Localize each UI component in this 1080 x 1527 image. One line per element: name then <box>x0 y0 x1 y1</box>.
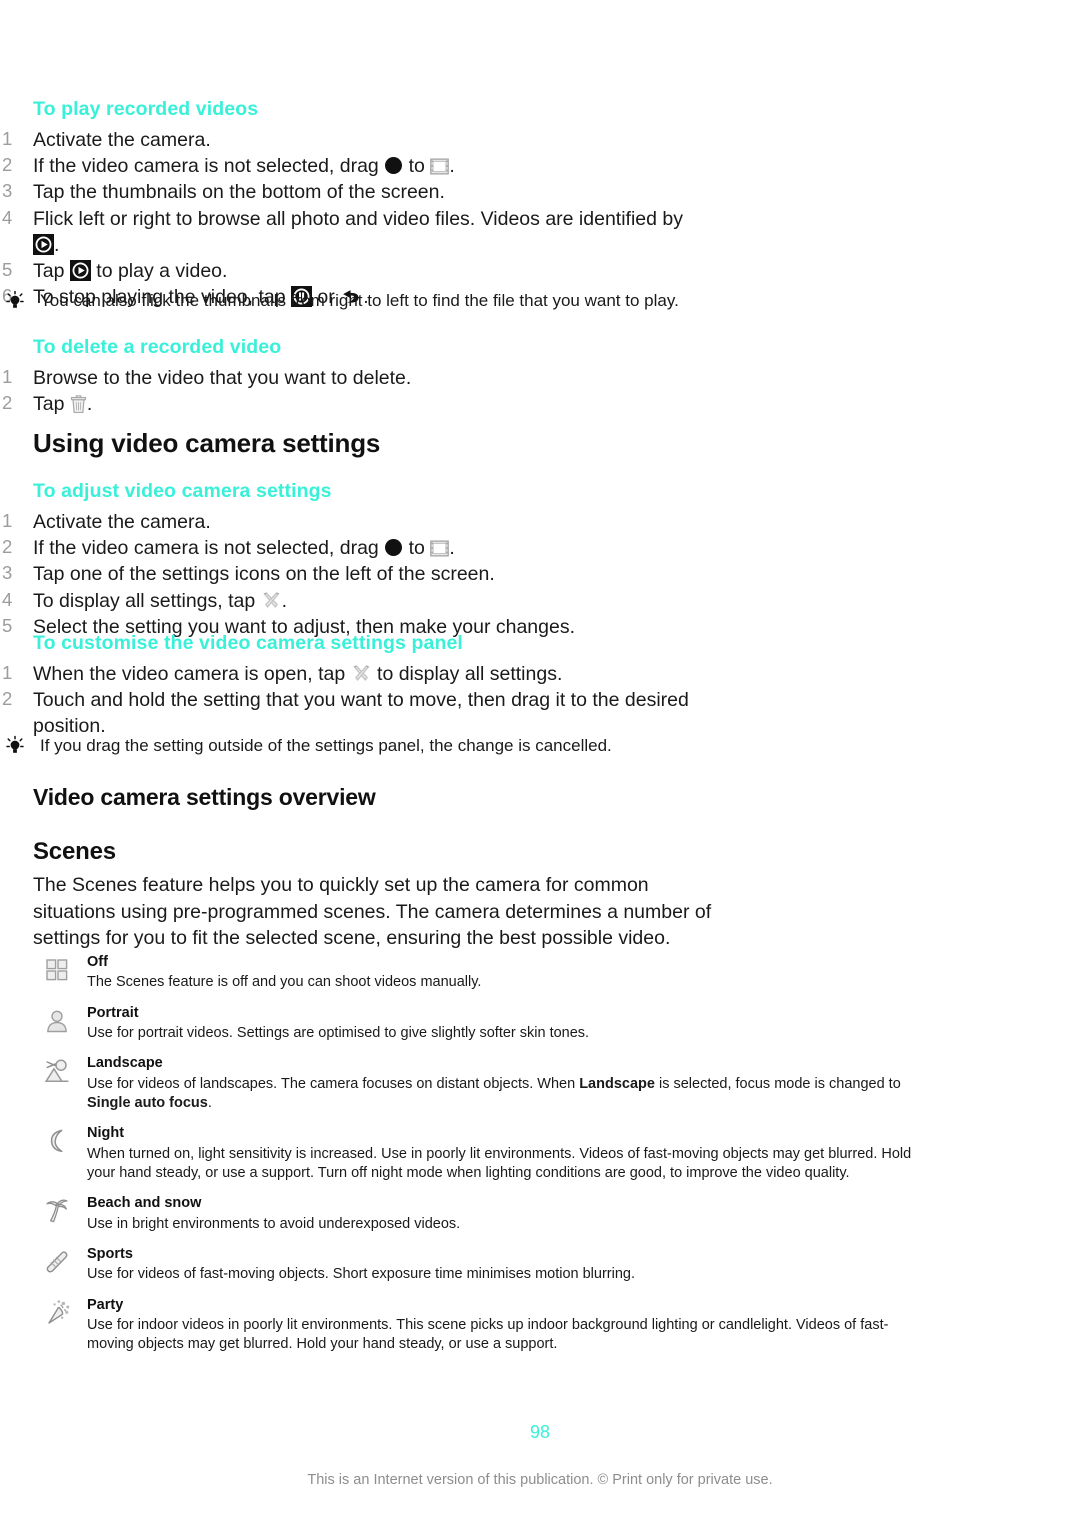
play-icon <box>33 233 54 255</box>
landscape-mountain-icon <box>42 1056 72 1086</box>
scene-name: Sports <box>87 1245 133 1262</box>
step-item: Browse to the video that you want to del… <box>0 365 1080 391</box>
scene-description: Use for videos of landscapes. The camera… <box>87 1075 901 1112</box>
step-text: . <box>449 155 455 178</box>
document-page: To play recorded videos Activate the cam… <box>0 0 1080 1527</box>
scene-name: Party <box>87 1296 124 1313</box>
step-text: To display all settings, tap <box>33 589 261 612</box>
scene-item-landscape: Landscape Use for videos of landscapes. … <box>42 1055 925 1113</box>
tip-text: You can also flick the thumbnails from r… <box>40 291 679 310</box>
procedure-title-customise-panel: To customise the video camera settings p… <box>33 632 463 654</box>
step-text: to <box>403 537 431 560</box>
step-text: Tap <box>33 393 70 416</box>
step-item: If the video camera is not selected, dra… <box>0 153 1080 179</box>
scene-description: Use for indoor videos in poorly lit envi… <box>87 1316 889 1353</box>
step-text: Tap the thumbnails on the bottom of the … <box>33 181 445 204</box>
step-text: If the video camera is not selected, dra… <box>33 537 385 560</box>
steps-adjust-settings: Activate the camera. If the video camera… <box>0 509 1080 640</box>
step-text: to <box>403 155 431 178</box>
steps-customise-panel: When the video camera is open, tap to di… <box>0 661 1080 740</box>
section-adjust-settings: To adjust video camera settings Activate… <box>0 480 1080 640</box>
step-text: Tap <box>33 260 70 283</box>
step-text: Flick left or right to browse all photo … <box>33 207 683 230</box>
page-number: 98 <box>529 1422 551 1442</box>
tip-text: If you drag the setting outside of the s… <box>40 736 612 755</box>
scene-name: Off <box>87 954 108 970</box>
scene-description: Use for videos of fast-moving objects. S… <box>87 1266 635 1283</box>
steps-play-videos: Activate the camera. If the video camera… <box>0 127 1080 311</box>
step-text: Activate the camera. <box>33 129 211 151</box>
section-play-recorded-videos: To play recorded videos Activate the cam… <box>0 98 1080 311</box>
scene-description: Use for portrait videos. Settings are op… <box>87 1025 590 1042</box>
step-text: When the video camera is open, tap <box>33 663 351 685</box>
scene-name: Beach and snow <box>87 1195 202 1212</box>
lightbulb-icon <box>4 735 26 757</box>
step-item: Tap one of the settings icons on the lef… <box>0 561 1080 587</box>
scene-description: Use in bright environments to avoid unde… <box>87 1215 461 1232</box>
step-text: Browse to the video that you want to del… <box>33 367 412 389</box>
beach-palm-icon <box>42 1196 72 1226</box>
step-item: Tap to play a video. <box>0 258 1080 284</box>
scene-item-off: Off The Scenes feature is off and you ca… <box>42 954 925 993</box>
step-item: If the video camera is not selected, dra… <box>0 535 1080 561</box>
section-customise-panel: To customise the video camera settings p… <box>0 632 1080 740</box>
scenes-intro-paragraph: The Scenes feature helps you to quickly … <box>33 874 712 950</box>
heading-video-camera-settings-overview: Video camera settings overview <box>33 784 376 810</box>
tools-icon <box>261 591 282 611</box>
step-text: If the video camera is not selected, dra… <box>33 155 385 178</box>
heading-using-video-camera-settings: Using video camera settings <box>33 428 381 458</box>
step-text: Tap one of the settings icons on the lef… <box>33 563 495 586</box>
lightbulb-icon <box>4 290 26 312</box>
step-item: To display all settings, tap . <box>0 588 1080 614</box>
scene-name: Night <box>87 1125 125 1142</box>
section-delete-recorded-video: To delete a recorded video Browse to the… <box>0 336 1080 417</box>
scene-name: Portrait <box>87 1004 139 1021</box>
scene-item-sports: Sports Use for videos of fast-moving obj… <box>42 1246 925 1285</box>
step-text: to display all settings. <box>371 663 563 685</box>
scene-name: Landscape <box>87 1055 163 1072</box>
step-item: Flick left or right to browse all photo … <box>0 206 1080 258</box>
procedure-title-play-videos: To play recorded videos <box>33 98 259 120</box>
scene-item-night: Night When turned on, light sensitivity … <box>42 1125 925 1183</box>
step-text: . <box>449 537 455 560</box>
grid-off-icon <box>42 955 72 985</box>
party-popper-icon <box>42 1298 72 1328</box>
dot-icon <box>385 539 403 557</box>
film-strip-icon <box>430 156 450 175</box>
footer-note: This is an Internet version of this publ… <box>307 1472 773 1488</box>
scene-item-party: Party Use for indoor videos in poorly li… <box>42 1297 925 1355</box>
tip-flick-thumbnails: You can also flick the thumbnails from r… <box>0 290 1080 313</box>
tip-drag-outside-panel: If you drag the setting outside of the s… <box>0 735 1080 758</box>
steps-delete-video: Browse to the video that you want to del… <box>0 365 1080 417</box>
step-item: Activate the camera. <box>0 127 1080 153</box>
scene-description: When turned on, light sensitivity is inc… <box>87 1145 912 1181</box>
scene-description: The Scenes feature is off and you can sh… <box>87 974 482 991</box>
scene-item-beach-and-snow: Beach and snow Use in bright environment… <box>42 1195 925 1234</box>
step-item: Activate the camera. <box>0 509 1080 535</box>
film-strip-icon <box>430 538 450 557</box>
procedure-title-delete-video: To delete a recorded video <box>33 336 282 358</box>
night-moon-icon <box>42 1126 72 1156</box>
step-text: to play a video. <box>90 260 228 283</box>
step-item: Tap . <box>0 391 1080 417</box>
sports-shoe-icon <box>42 1247 72 1277</box>
trash-icon <box>70 395 87 414</box>
dot-icon <box>385 157 403 175</box>
step-item: Touch and hold the setting that you want… <box>0 687 733 739</box>
step-item: When the video camera is open, tap to di… <box>0 661 1080 687</box>
step-text: . <box>281 589 288 612</box>
step-text: . <box>86 393 93 416</box>
play-icon <box>69 260 91 282</box>
step-text: Activate the camera. <box>33 511 211 533</box>
step-text: Touch and hold the setting that you want… <box>33 689 689 738</box>
heading-scenes: Scenes <box>33 838 116 865</box>
scene-item-portrait: Portrait Use for portrait videos. Settin… <box>42 1005 925 1044</box>
step-item: Tap the thumbnails on the bottom of the … <box>0 179 1080 205</box>
scenes-list: Off The Scenes feature is off and you ca… <box>0 954 1080 1367</box>
step-text: . <box>54 233 60 256</box>
portrait-person-icon <box>42 1006 72 1036</box>
procedure-title-adjust-settings: To adjust video camera settings <box>33 480 332 502</box>
tools-icon <box>351 664 372 684</box>
